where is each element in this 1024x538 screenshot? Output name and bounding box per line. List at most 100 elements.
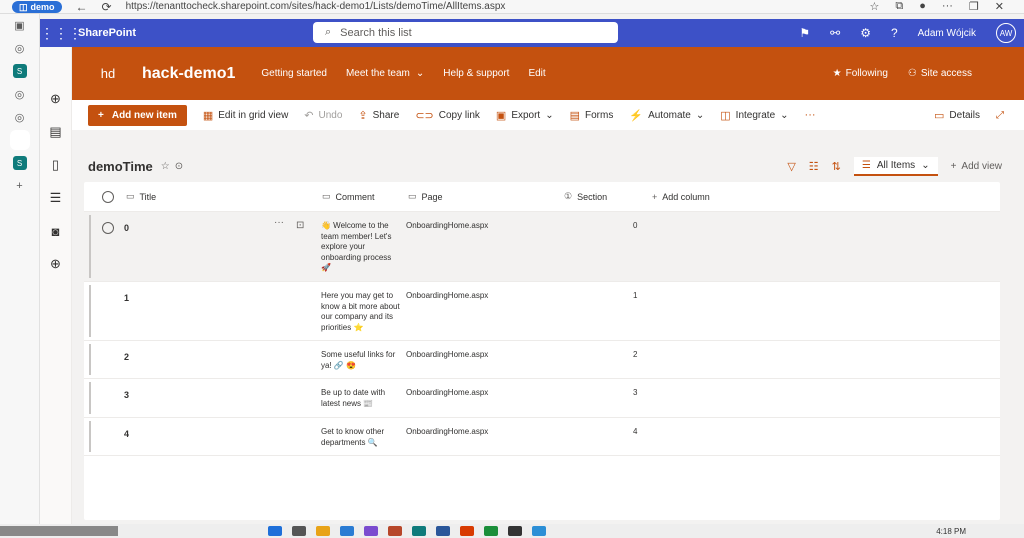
table-row[interactable]: 2 Some useful links for ya! 🔗 😍 Onboardi… [84,341,1000,379]
cell-title[interactable]: 4 [124,429,129,439]
refresh-icon[interactable]: ⟳ [102,0,112,13]
outlook-icon[interactable] [460,526,474,536]
excel-icon[interactable] [484,526,498,536]
text-column-icon: ▭ [126,191,135,201]
avatar[interactable]: AW [996,23,1016,43]
globe-tab-icon[interactable]: ◎ [13,110,27,124]
browser-tab[interactable]: ◫ demo [12,0,62,13]
site-access-button[interactable]: ⚇ Site access [908,68,972,79]
forms-button[interactable]: ▤ Forms [570,109,614,122]
sharepoint-active-tab-icon[interactable]: S [12,133,27,147]
lists-icon[interactable]: ☰ [48,190,64,206]
more-commands-button[interactable]: ··· [805,109,816,121]
share-button[interactable]: ⇪ Share [358,109,399,122]
more-actions-icon[interactable]: ··· [274,217,284,228]
search-input[interactable]: ⌕ Search this list [313,22,618,43]
table-row[interactable]: 0 ··· ⊡ 👋 Welcome to the team member! Le… [84,212,1000,282]
row-checkbox[interactable] [102,222,114,234]
user-name[interactable]: Adam Wójcik [918,28,976,39]
folder-icon[interactable] [316,526,330,536]
address-bar[interactable]: https://tenanttocheck.sharepoint.com/sit… [126,1,506,12]
file-icon[interactable]: ▯ [48,157,64,173]
close-window-icon[interactable]: ✕ [995,0,1004,13]
app-name[interactable]: SharePoint [78,27,136,39]
check-status-icon[interactable]: ⊙ [175,161,183,172]
edit-grid-button[interactable]: ▦ Edit in grid view [203,109,288,122]
sharepoint-icon[interactable] [412,526,426,536]
chat-icon[interactable]: ◙ [48,223,64,239]
number-column-icon: ① [564,191,573,201]
following-button[interactable]: ★ Following [833,68,888,79]
export-button[interactable]: ▣ Export ⌄ [496,109,554,122]
integrate-button[interactable]: ◫ Integrate ⌄ [720,109,788,122]
column-page-label: Page [421,191,443,202]
add-view-button[interactable]: + Add view [951,161,1002,172]
select-all-checkbox[interactable] [102,190,114,203]
cell-section: 0 [633,221,638,230]
sort-icon[interactable]: ⇅ [832,160,841,173]
column-header-section[interactable]: ① Section [564,191,607,202]
column-header-title[interactable]: ▭ Title [126,191,156,202]
share-people-icon[interactable]: ⚯ [830,26,840,40]
globe-icon[interactable]: ⊕ [48,91,64,107]
comment-icon[interactable]: ⊡ [296,220,304,231]
create-icon[interactable]: ⊕ [48,256,64,272]
table-row[interactable]: 3 Be up to date with latest news 📰 Onboa… [84,379,1000,418]
list-title-row: demoTime ☆ ⊙ ▽ ☷ ⇅ ☰ All Items ⌄ + Add v… [72,150,1024,182]
group-icon[interactable]: ☷ [809,160,819,173]
powerpoint-icon[interactable] [388,526,402,536]
app-launcher-icon[interactable]: ⋮⋮⋮ [40,25,82,42]
tab-actions-icon[interactable]: ▣ [13,18,27,32]
undo-button[interactable]: ↶ Undo [304,109,342,122]
extensions-icon[interactable]: ⧉ [895,0,903,13]
cell-title[interactable]: 3 [124,390,129,400]
help-icon[interactable]: ? [891,26,898,40]
browser-more-icon[interactable]: ··· [942,0,953,13]
restore-icon[interactable]: ❐ [969,0,979,13]
vscode-icon[interactable] [532,526,546,536]
copy-link-button[interactable]: ⊂⊃ Copy link [415,109,480,122]
teams-icon[interactable] [364,526,378,536]
expand-icon[interactable]: ⤢ [996,110,1004,121]
filter-icon[interactable]: ▽ [787,160,795,173]
automate-button[interactable]: ⚡ Automate ⌄ [629,109,704,122]
profile-icon[interactable]: ● [919,0,926,13]
site-logo[interactable]: hd [78,66,138,81]
gear-icon[interactable]: ⚙ [860,26,871,40]
favorite-star-icon[interactable]: ☆ [161,161,170,172]
start-icon[interactable] [268,526,282,536]
site-navigation: Getting started Meet the team ⌄ Help & s… [261,68,545,79]
column-header-comment[interactable]: ▭ Comment [322,191,375,202]
add-new-item-button[interactable]: + Add new item [88,104,187,126]
site-title[interactable]: hack-demo1 [142,65,235,83]
megaphone-icon[interactable]: ⚑ [799,26,810,40]
word-icon[interactable] [436,526,450,536]
cell-title[interactable]: 1 [124,293,129,303]
add-column-button[interactable]: + Add column [652,192,710,202]
nav-help-support[interactable]: Help & support [443,68,509,79]
sharepoint-tab-icon[interactable]: S [12,64,27,78]
column-header-page[interactable]: ▭ Page [408,191,443,202]
globe-tab-icon[interactable]: ◎ [13,41,27,55]
cell-section: 3 [633,388,638,397]
table-row[interactable]: 4 Get to know other departments 🔍 Onboar… [84,418,1000,456]
terminal-icon[interactable] [508,526,522,536]
nav-edit[interactable]: Edit [528,68,545,79]
cell-title[interactable]: 2 [124,352,129,362]
column-title-label: Title [139,191,157,202]
edge-icon[interactable] [340,526,354,536]
cell-title[interactable]: 0 [124,223,129,233]
list-title[interactable]: demoTime [88,159,153,174]
news-icon[interactable]: ▤ [48,124,64,140]
favorite-icon[interactable]: ☆ [870,0,880,13]
nav-getting-started[interactable]: Getting started [261,68,327,79]
globe-tab-icon[interactable]: ◎ [13,87,27,101]
sharepoint-tab-icon[interactable]: S [12,156,27,170]
view-selector[interactable]: ☰ All Items ⌄ [853,156,938,176]
nav-meet-the-team[interactable]: Meet the team ⌄ [346,68,424,79]
table-row[interactable]: 1 Here you may get to know a bit more ab… [84,282,1000,341]
details-button[interactable]: ▭ Details [934,109,980,122]
new-tab-icon[interactable]: + [13,179,27,193]
search-icon[interactable] [292,526,306,536]
back-icon[interactable]: ← [76,0,88,13]
